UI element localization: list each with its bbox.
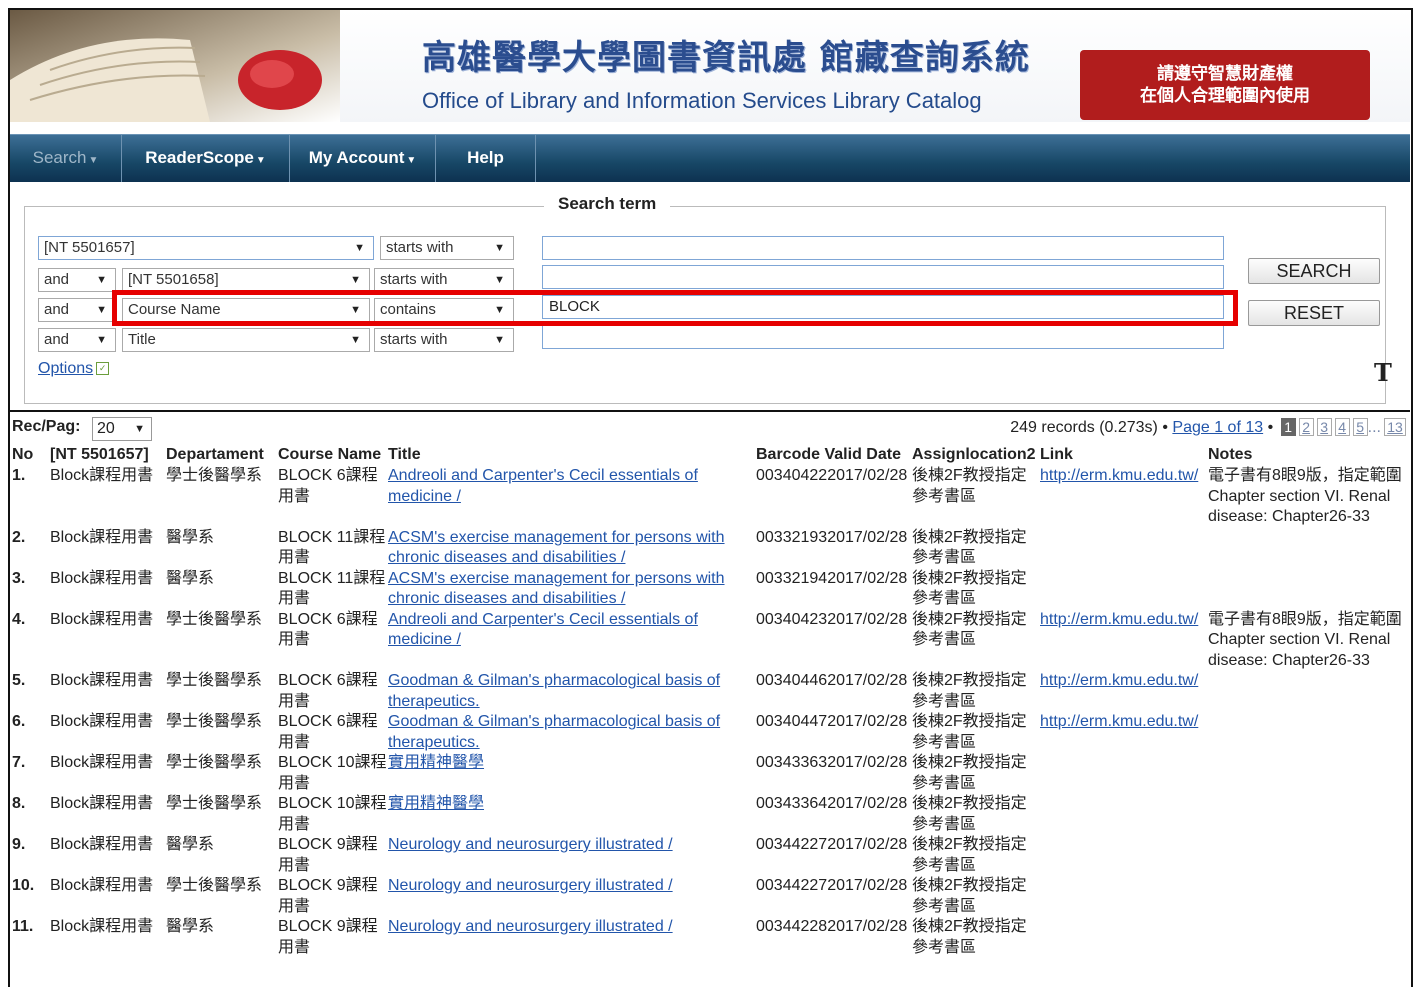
page-frame	[8, 8, 1413, 987]
